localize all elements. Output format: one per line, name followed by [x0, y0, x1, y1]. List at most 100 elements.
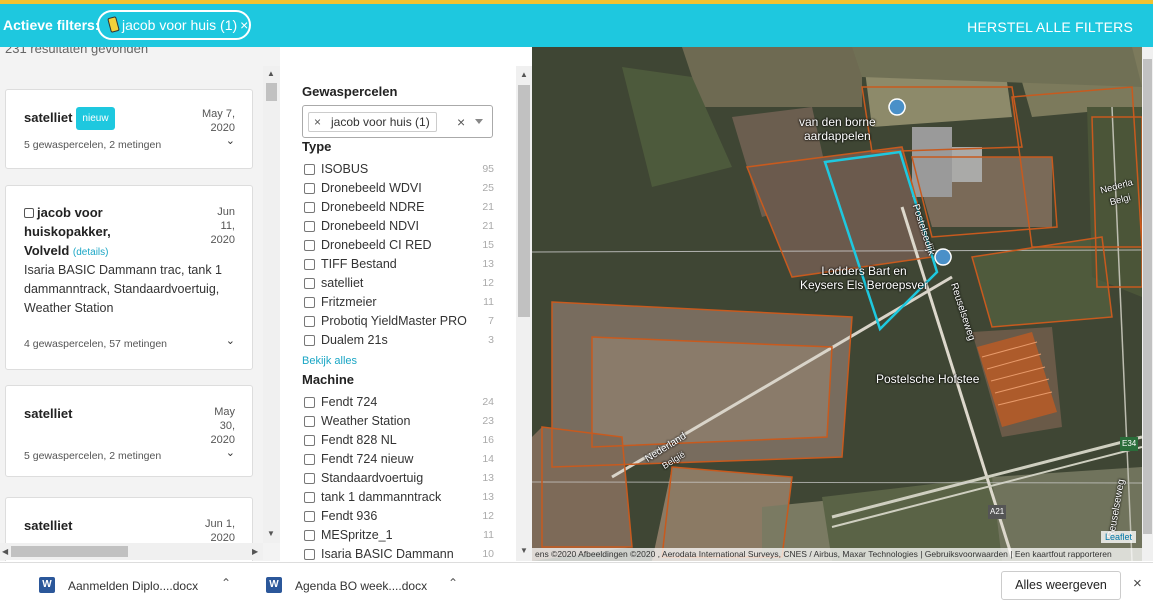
close-icon[interactable]: ×	[1133, 575, 1142, 592]
filters-scrollbar[interactable]: ▲ ▼	[516, 66, 532, 561]
filter-option[interactable]: Fendt 724 24	[304, 394, 494, 413]
filter-option-count: 11	[483, 296, 494, 308]
map-label-a21: A21	[988, 505, 1007, 519]
downloads-bar: W Aanmelden Diplo....docx ⌃ W Agenda BO …	[0, 562, 1153, 603]
active-filter-chip-label: jacob voor huis (1)	[122, 17, 238, 33]
scroll-left-icon[interactable]: ◀	[2, 547, 8, 556]
filter-checkbox[interactable]	[304, 335, 315, 346]
tag-remove-icon[interactable]: ×	[314, 115, 321, 129]
filter-checkbox[interactable]	[304, 202, 315, 213]
satellite-map[interactable]: van den borne aardappelen Lodders Bart en…	[532, 47, 1142, 561]
filter-checkbox[interactable]	[304, 397, 315, 408]
filter-option[interactable]: Dronebeeld NDVI 21	[304, 218, 494, 237]
gewaspercelen-heading: Gewaspercelen	[302, 84, 398, 99]
page-scrollbar[interactable]	[1142, 47, 1153, 561]
filter-checkbox[interactable]	[304, 183, 315, 194]
filter-option[interactable]: Dronebeeld NDRE 21	[304, 199, 494, 218]
filter-option[interactable]: Fendt 724 nieuw 14	[304, 451, 494, 470]
scroll-up-icon[interactable]: ▲	[520, 70, 528, 79]
download-item[interactable]: W Aanmelden Diplo....docx ⌃	[39, 563, 239, 604]
reset-all-filters-button[interactable]: HERSTEL ALLE FILTERS	[967, 19, 1133, 35]
map-label-borne: van den borne aardappelen	[799, 115, 876, 143]
filter-checkbox[interactable]	[304, 221, 315, 232]
result-title: satelliet	[24, 518, 73, 533]
filter-checkbox[interactable]	[304, 454, 315, 465]
leaflet-link[interactable]: Leaflet	[1100, 531, 1136, 543]
filter-option[interactable]: Fendt 828 NL 16	[304, 432, 494, 451]
filter-option-count: 21	[482, 201, 494, 213]
result-date: May 7, 2020	[201, 108, 235, 134]
filter-checkbox[interactable]	[304, 492, 315, 503]
filter-checkbox[interactable]	[304, 278, 315, 289]
result-card[interactable]: satelliet May 30, 2020 5 gewaspercelen, 2 …	[5, 385, 253, 477]
show-all-downloads-button[interactable]: Alles weergeven	[1001, 571, 1121, 600]
filter-checkbox[interactable]	[304, 435, 315, 446]
details-link[interactable]: (details)	[73, 247, 109, 258]
filter-option-count: 15	[482, 239, 494, 251]
filter-option[interactable]: Dronebeeld WDVI 25	[304, 180, 494, 199]
filter-option-label: Fendt 724 nieuw	[321, 452, 414, 466]
chevron-down-icon[interactable]: ⌄	[226, 134, 235, 147]
gewaspercelen-select[interactable]: × jacob voor huis (1) ×	[302, 105, 493, 138]
filter-option[interactable]: Fritzmeier 11	[304, 294, 494, 313]
result-card[interactable]: satelliet nieuw May 7, 2020 5 gewaspercele…	[5, 89, 253, 169]
word-icon: W	[39, 577, 55, 593]
filter-option-count: 24	[482, 396, 494, 408]
filter-checkbox[interactable]	[304, 549, 315, 560]
scrollbar-thumb[interactable]	[518, 85, 530, 317]
scroll-up-icon[interactable]: ▲	[267, 69, 275, 78]
chevron-down-icon[interactable]: ⌄	[226, 334, 235, 347]
chevron-down-icon[interactable]: ⌄	[226, 446, 235, 459]
filter-checkbox[interactable]	[304, 416, 315, 427]
see-all-link[interactable]: Bekijk alles	[302, 355, 357, 367]
clear-selection-icon[interactable]: ×	[457, 114, 465, 130]
filter-option[interactable]: Standaardvoertuig 13	[304, 470, 494, 489]
result-checkbox[interactable]	[24, 208, 34, 218]
filter-checkbox[interactable]	[304, 164, 315, 175]
result-card[interactable]: jacob voor huiskopakker, Volveld (details)…	[5, 185, 253, 370]
scroll-down-icon[interactable]: ▼	[520, 546, 528, 555]
filter-checkbox[interactable]	[304, 530, 315, 541]
filter-option[interactable]: MESpritze_1 11	[304, 527, 494, 546]
filters-panel: Gewaspercelen × jacob voor huis (1) × Typ…	[280, 66, 516, 561]
filter-option[interactable]: tank 1 dammanntrack 13	[304, 489, 494, 508]
filter-option[interactable]: Isaria BASIC Dammann 10	[304, 546, 494, 561]
filter-checkbox[interactable]	[304, 316, 315, 327]
filter-checkbox[interactable]	[304, 259, 315, 270]
filter-option[interactable]: Dualem 21s 3	[304, 332, 494, 351]
download-item[interactable]: W Agenda BO week....docx ⌃	[266, 563, 466, 604]
filter-option[interactable]: TIFF Bestand 13	[304, 256, 494, 275]
filter-checkbox[interactable]	[304, 511, 315, 522]
filter-checkbox[interactable]	[304, 240, 315, 251]
scroll-right-icon[interactable]: ▶	[252, 547, 258, 556]
download-filename: Agenda BO week....docx	[295, 579, 428, 593]
filter-option-count: 14	[482, 453, 494, 465]
filter-option-label: TIFF Bestand	[321, 257, 397, 271]
results-horizontal-scrollbar[interactable]: ◀ ▶	[0, 543, 263, 560]
active-filter-chip[interactable]: jacob voor huis (1) ×	[97, 10, 251, 40]
scrollbar-thumb[interactable]	[11, 546, 128, 557]
scroll-down-icon[interactable]: ▼	[267, 529, 275, 538]
filter-option[interactable]: Weather Station 23	[304, 413, 494, 432]
result-date: Jun 1, 2020	[205, 518, 235, 544]
filter-checkbox[interactable]	[304, 473, 315, 484]
chip-close-icon[interactable]: ×	[240, 17, 248, 33]
chevron-up-icon[interactable]: ⌃	[221, 576, 231, 590]
filter-option-label: Fendt 936	[321, 509, 378, 523]
filter-checkbox[interactable]	[304, 297, 315, 308]
filter-option[interactable]: Probotiq YieldMaster PRO 7	[304, 313, 494, 332]
dropdown-arrow-icon[interactable]	[475, 119, 483, 124]
filter-option-count: 7	[488, 315, 494, 327]
scrollbar-thumb[interactable]	[266, 83, 277, 101]
filter-option-label: Dualem 21s	[321, 333, 388, 347]
results-scrollbar[interactable]: ▲ ▼	[263, 66, 280, 543]
scrollbar-thumb[interactable]	[1143, 59, 1152, 534]
filter-option-label: Isaria BASIC Dammann	[321, 547, 454, 561]
filter-option[interactable]: Fendt 936 12	[304, 508, 494, 527]
chevron-up-icon[interactable]: ⌃	[448, 576, 458, 590]
map-attribution[interactable]: ens ©2020 Afbeeldingen ©2020 , Aerodata …	[532, 548, 1142, 561]
map-label-hofstee: Postelsche Hofstee	[876, 372, 980, 386]
filter-option[interactable]: Dronebeeld CI RED 15	[304, 237, 494, 256]
filter-option[interactable]: ISOBUS 95	[304, 161, 494, 180]
filter-option[interactable]: satelliet 12	[304, 275, 494, 294]
